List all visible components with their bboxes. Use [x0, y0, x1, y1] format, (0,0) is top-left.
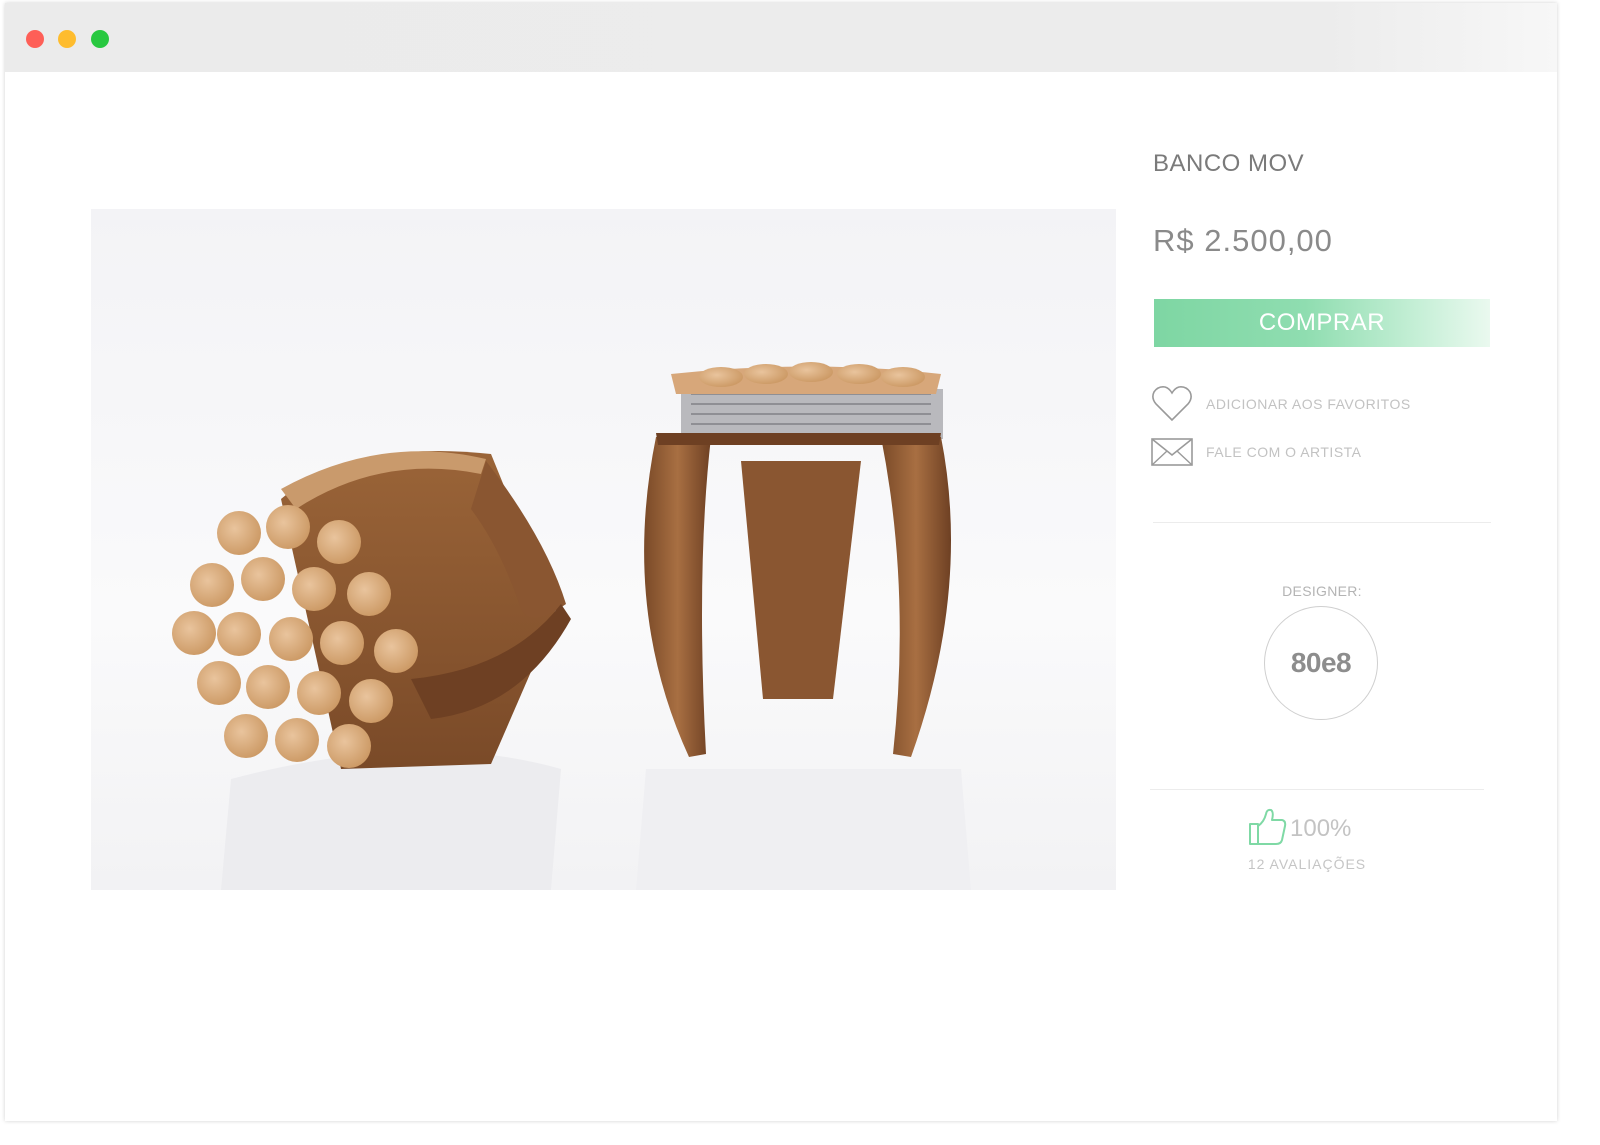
title-bar	[5, 3, 1557, 72]
heart-icon	[1150, 382, 1194, 426]
divider	[1153, 522, 1491, 523]
envelope-icon	[1150, 430, 1194, 474]
close-window-button[interactable]	[26, 30, 44, 48]
buy-button[interactable]: COMPRAR	[1154, 299, 1490, 347]
designer-badge[interactable]: 80e8	[1264, 606, 1378, 720]
product-title: BANCO MOV	[1153, 150, 1305, 177]
divider	[1150, 789, 1484, 790]
contact-artist-button[interactable]: FALE COM O ARTISTA	[1150, 430, 1362, 474]
thumbs-up-icon	[1246, 806, 1288, 853]
designer-label: DESIGNER:	[1282, 583, 1362, 599]
add-to-favorites-button[interactable]: ADICIONAR AOS FAVORITOS	[1150, 382, 1411, 426]
maximize-window-button[interactable]	[91, 30, 109, 48]
stool-illustration	[172, 362, 971, 890]
add-to-favorites-label: ADICIONAR AOS FAVORITOS	[1206, 396, 1411, 412]
contact-artist-label: FALE COM O ARTISTA	[1206, 444, 1362, 460]
product-price: R$ 2.500,00	[1153, 223, 1333, 258]
rating-summary: 100%	[1246, 808, 1386, 850]
standing-stool	[644, 362, 951, 757]
minimize-window-button[interactable]	[58, 30, 76, 48]
rating-percent: 100%	[1290, 815, 1352, 842]
review-count[interactable]: 12 AVALIAÇÕES	[1232, 856, 1382, 872]
product-photo[interactable]	[91, 209, 1116, 890]
designer-name: 80e8	[1290, 647, 1352, 678]
